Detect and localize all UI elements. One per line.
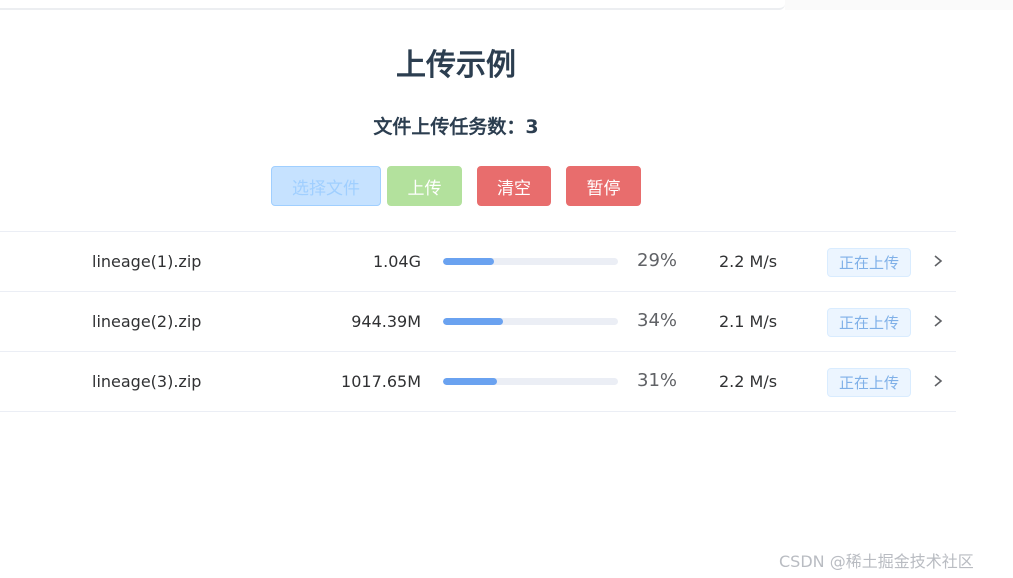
page-title: 上传示例 [396, 48, 516, 83]
upload-button[interactable]: 上传 [387, 166, 462, 206]
file-name: lineage(1).zip [92, 252, 202, 271]
watermark: CSDN @稀土掘金技术社区 [779, 552, 974, 571]
list-item: lineage(2).zip 944.39M 34% 2.1 M/s 正在上传 [0, 292, 956, 352]
list-item: lineage(3).zip 1017.65M 31% 2.2 M/s 正在上传 [0, 352, 956, 412]
file-size: 1017.65M [341, 372, 421, 391]
clear-button[interactable]: 清空 [477, 166, 551, 206]
progress-bar [443, 258, 618, 265]
list-item: lineage(1).zip 1.04G 29% 2.2 M/s 正在上传 [0, 232, 956, 292]
pause-button[interactable]: 暂停 [566, 166, 641, 206]
file-name: lineage(3).zip [92, 372, 202, 391]
chevron-right-icon[interactable] [932, 313, 944, 329]
file-size: 944.39M [351, 312, 421, 331]
upload-speed: 2.1 M/s [719, 312, 778, 331]
upload-speed: 2.2 M/s [719, 372, 778, 391]
task-count-label: 文件上传任务数：3 [373, 116, 539, 138]
upload-speed: 2.2 M/s [719, 252, 778, 271]
browser-top-bar-right [785, 0, 1013, 10]
status-badge: 正在上传 [827, 248, 911, 277]
file-name: lineage(2).zip [92, 312, 202, 331]
status-badge: 正在上传 [827, 368, 911, 397]
status-badge: 正在上传 [827, 308, 911, 337]
progress-bar-fill [443, 318, 503, 325]
progress-percent: 34% [637, 310, 678, 331]
progress-percent: 31% [637, 370, 678, 391]
file-size: 1.04G [372, 252, 421, 271]
chevron-right-icon[interactable] [932, 253, 944, 269]
progress-percent: 29% [637, 250, 678, 271]
browser-top-bar [0, 0, 785, 10]
upload-task-list: lineage(1).zip 1.04G 29% 2.2 M/s 正在上传 li… [0, 231, 956, 412]
chevron-right-icon[interactable] [932, 373, 944, 389]
progress-bar [443, 378, 618, 385]
progress-bar [443, 318, 618, 325]
progress-bar-fill [443, 258, 494, 265]
select-file-button[interactable]: 选择文件 [271, 166, 381, 206]
progress-bar-fill [443, 378, 498, 385]
